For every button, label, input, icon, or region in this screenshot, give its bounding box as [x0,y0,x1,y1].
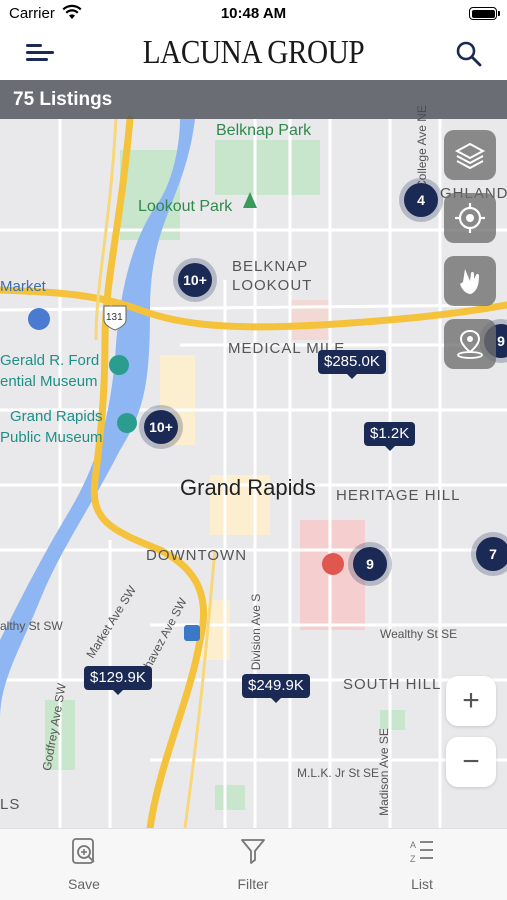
battery-icon [469,7,500,20]
map-label-public-museum-1: Grand Rapids [10,408,103,425]
map-label-wealthy-st-sw: althy St SW [0,619,63,633]
tab-filter[interactable]: Filter [213,837,293,892]
svg-text:A: A [410,840,416,850]
listings-count: 75 Listings [13,89,113,110]
svg-text:Z: Z [410,854,416,864]
draw-hand-icon [460,269,479,294]
map-label-mlk-st: M.L.K. Jr St SE [297,766,380,780]
bottom-tab-bar: Save Filter A Z List [0,828,507,900]
list-icon: A Z [410,840,433,864]
app-header: LACUNA GROUP [0,28,507,80]
map-label-belknap-park: Belknap Park [216,122,312,139]
save-search-icon [72,838,95,864]
listing-cluster[interactable]: 10+ [178,263,212,297]
map-label-public-museum-2: Public Museum [0,429,103,446]
map-label-city: Grand Rapids [180,475,316,500]
app-logo: LACUNA GROUP [142,34,365,71]
layers-icon [454,142,486,170]
listing-cluster[interactable]: 4 [404,183,438,217]
map-label-hills: LS [0,796,21,813]
map-view[interactable]: 75 Listings Belknap Park Lookout Park BE… [0,80,507,828]
map-label-downtown: DOWNTOWN [146,547,248,564]
map-label-ford-museum-1: Gerald R. Ford [0,352,100,369]
price-marker[interactable]: $1.2K [364,422,416,451]
price-marker[interactable]: $249.9K [242,674,310,703]
listing-cluster[interactable]: 9 [353,547,387,581]
search-icon[interactable] [455,40,483,68]
listing-cluster[interactable]: 7 [476,537,507,571]
layers-button[interactable] [444,130,496,180]
map-label-south-hill: SOUTH HILL [343,676,442,693]
map-label-belknap: BELKNAP [232,258,309,275]
tab-save-label: Save [68,876,100,892]
map-label-market: Market [0,278,46,295]
route-131-label: 131 [106,312,123,323]
tab-list[interactable]: A Z List [382,837,462,892]
listings-count-bar: 75 Listings [0,80,507,119]
locate-button[interactable] [444,193,496,243]
zoom-in-button[interactable]: + [446,676,496,726]
tab-save[interactable]: Save [44,837,124,892]
map-label-lookout-park: Lookout Park [138,198,233,215]
map-label-wealthy-st-se: Wealthy St SE [380,627,458,641]
tab-list-label: List [411,876,433,892]
status-time: 10:48 AM [220,5,287,22]
tab-filter-label: Filter [237,876,269,892]
listing-cluster[interactable]: 10+ [144,410,178,444]
map-label-division-ave: Division Ave S [249,593,264,671]
crosshair-icon [455,203,485,233]
draw-button[interactable] [444,256,496,306]
map-label-madison-ave: Madison Ave SE [376,728,391,816]
location-pin-icon [457,329,483,359]
zoom-out-button[interactable]: − [446,737,496,787]
status-bar: Carrier 10:48 AM [0,0,507,28]
price-marker[interactable]: $285.0K [318,350,386,379]
map-label-ford-museum-2: ential Museum [0,373,98,390]
nearby-button[interactable] [444,319,496,369]
filter-icon [241,839,265,864]
map-label-lookout: LOOKOUT [232,277,313,294]
map-label-heritage-hill: HERITAGE HILL [336,487,461,504]
price-marker[interactable]: $129.9K [84,666,152,695]
